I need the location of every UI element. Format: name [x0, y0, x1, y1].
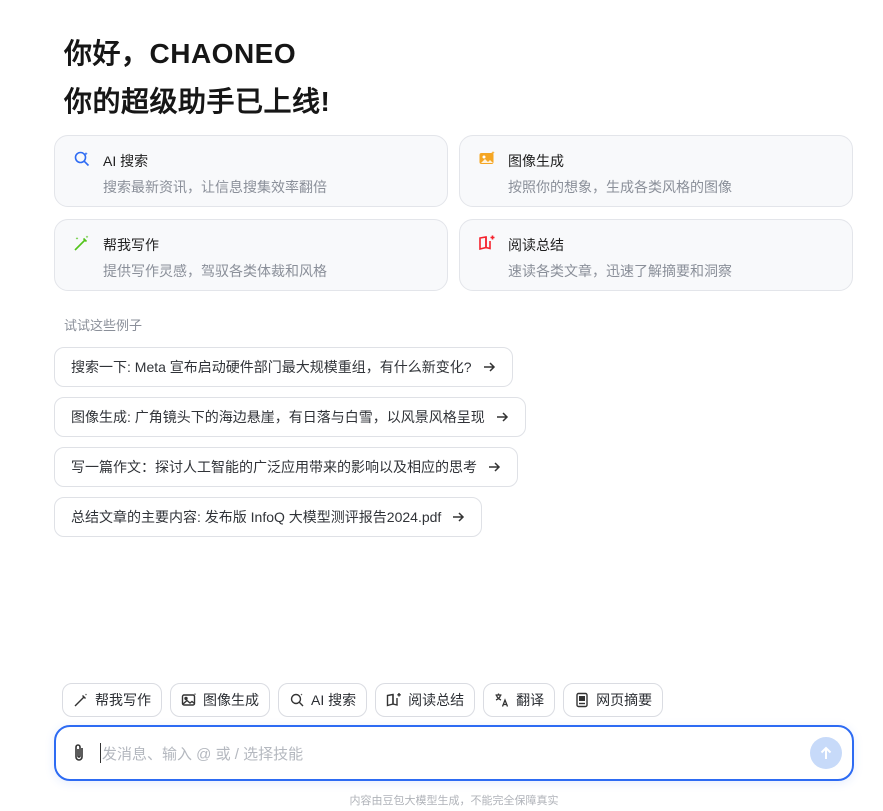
greeting-title: 你好，CHAONEO — [64, 38, 297, 69]
skill-label: AI 搜索 — [311, 692, 357, 708]
skill-help-write[interactable]: 帮我写作 — [62, 683, 162, 717]
skill-label: 图像生成 — [203, 692, 259, 708]
reading-book-icon — [479, 235, 495, 251]
greeting: 你好，CHAONEO 你的超级助手已上线! — [64, 30, 330, 126]
card-title: AI 搜索 — [103, 153, 149, 169]
disclaimer: 内容由豆包大模型生成，不能完全保障真实 — [349, 795, 559, 807]
text-caret — [100, 743, 101, 763]
writing-wand-icon — [74, 235, 89, 251]
card-desc: 速读各类文章，迅速了解摘要和洞察 — [508, 263, 732, 279]
skill-translate[interactable]: 翻译 — [483, 683, 556, 717]
image-generate-icon — [479, 151, 495, 164]
reading-book-icon — [386, 693, 401, 707]
example-text: 搜索一下: Meta 宣布启动硬件部门最大规模重组，有什么新变化? — [71, 359, 472, 375]
message-input[interactable] — [100, 737, 784, 771]
arrow-right-icon — [483, 362, 495, 372]
example-text: 图像生成: 广角镜头下的海边悬崖，有日落与白雪，以风景风格呈现 — [71, 409, 485, 425]
skill-bar: 帮我写作 图像生成 AI 搜索 阅读总结 翻译 网页摘要 — [62, 683, 664, 717]
arrow-right-icon — [489, 462, 501, 472]
ai-search-icon — [74, 151, 90, 167]
example-prompt[interactable]: 图像生成: 广角镜头下的海边悬崖，有日落与白雪，以风景风格呈现 — [54, 397, 526, 437]
card-ai-search[interactable]: AI 搜索 搜索最新资讯，让信息搜集效率翻倍 — [54, 135, 448, 207]
skill-webpage-summary[interactable]: 网页摘要 — [563, 683, 664, 717]
example-text: 写一篇作文：探讨人工智能的广泛应用带来的影响以及相应的思考 — [71, 459, 477, 475]
attachment-clip-icon[interactable] — [70, 743, 88, 763]
example-text: 总结文章的主要内容: 发布版 InfoQ 大模型测评报告2024.pdf — [71, 509, 442, 525]
send-button[interactable] — [810, 737, 842, 769]
card-help-write[interactable]: 帮我写作 提供写作灵感，驾驭各类体裁和风格 — [54, 219, 448, 291]
card-desc: 提供写作灵感，驾驭各类体裁和风格 — [103, 263, 327, 279]
example-prompt[interactable]: 总结文章的主要内容: 发布版 InfoQ 大模型测评报告2024.pdf — [54, 497, 483, 537]
card-title: 帮我写作 — [103, 237, 159, 253]
webpage-summary-icon — [576, 692, 588, 708]
examples-label: 试试这些例子 — [64, 318, 143, 333]
skill-label: 网页摘要 — [596, 692, 653, 708]
writing-wand-icon — [74, 693, 88, 707]
translate-icon — [495, 693, 509, 707]
card-desc: 搜索最新资讯，让信息搜集效率翻倍 — [103, 179, 327, 195]
card-title: 图像生成 — [508, 153, 564, 169]
arrow-right-icon — [453, 512, 465, 522]
skill-label: 翻译 — [516, 692, 545, 708]
greeting-subtitle: 你的超级助手已上线! — [64, 86, 331, 117]
card-read-summary[interactable]: 阅读总结 速读各类文章，迅速了解摘要和洞察 — [459, 219, 853, 291]
example-prompt[interactable]: 搜索一下: Meta 宣布启动硬件部门最大规模重组，有什么新变化? — [54, 347, 513, 387]
skill-read-summary[interactable]: 阅读总结 — [375, 683, 476, 717]
arrow-up-icon — [820, 746, 832, 759]
skill-label: 阅读总结 — [408, 692, 465, 708]
card-image-generate[interactable]: 图像生成 按照你的想象，生成各类风格的图像 — [459, 135, 853, 207]
card-title: 阅读总结 — [508, 237, 564, 253]
message-composer — [54, 725, 854, 781]
example-prompt[interactable]: 写一篇作文：探讨人工智能的广泛应用带来的影响以及相应的思考 — [54, 447, 518, 487]
image-icon — [181, 693, 197, 706]
skill-ai-search[interactable]: AI 搜索 — [278, 683, 368, 717]
skill-image-generate[interactable]: 图像生成 — [170, 683, 270, 717]
arrow-right-icon — [496, 412, 508, 422]
skill-label: 帮我写作 — [95, 692, 151, 708]
ai-search-icon — [290, 693, 304, 707]
card-desc: 按照你的想象，生成各类风格的图像 — [508, 179, 732, 195]
